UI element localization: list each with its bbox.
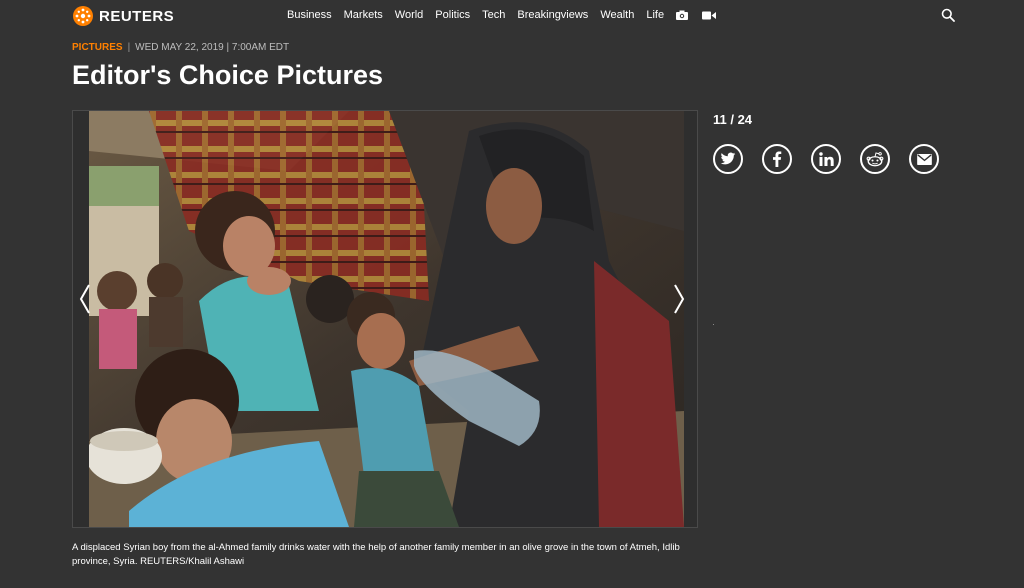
nav-item-life[interactable]: Life xyxy=(646,9,664,21)
nav-item-business[interactable]: Business xyxy=(287,9,332,21)
gallery-photo[interactable] xyxy=(89,111,684,527)
search-icon[interactable] xyxy=(941,8,955,22)
photo-caption: A displaced Syrian boy from the al-Ahmed… xyxy=(72,542,680,567)
reuters-logo-icon xyxy=(73,6,93,26)
nav-item-politics[interactable]: Politics xyxy=(435,9,470,21)
nav-item-tech[interactable]: Tech xyxy=(482,9,505,21)
share-reddit-button[interactable] xyxy=(860,144,890,174)
video-icon[interactable] xyxy=(702,11,717,20)
previous-photo-arrow-icon[interactable] xyxy=(77,283,93,315)
meta-separator: | xyxy=(127,42,131,53)
email-icon xyxy=(916,153,932,165)
gallery-frame xyxy=(72,110,698,528)
reuters-logo[interactable]: REUTERS xyxy=(72,5,174,27)
section-link[interactable]: PICTURES xyxy=(72,42,123,53)
facebook-icon xyxy=(773,151,782,167)
brand-name: REUTERS xyxy=(99,7,175,25)
article-meta: PICTURES | WED MAY 22, 2019 | 7:00AM EDT xyxy=(72,42,289,53)
nav-item-world[interactable]: World xyxy=(395,9,424,21)
nav-item-markets[interactable]: Markets xyxy=(344,9,383,21)
share-facebook-button[interactable] xyxy=(762,144,792,174)
photo-counter: 11 / 24 xyxy=(713,112,753,127)
camera-icon[interactable] xyxy=(676,10,689,20)
next-photo-arrow-icon[interactable] xyxy=(671,283,687,315)
page-title: Editor's Choice Pictures xyxy=(72,60,384,90)
reddit-icon xyxy=(866,152,884,167)
stray-dot xyxy=(713,324,714,325)
nav-item-wealth[interactable]: Wealth xyxy=(600,9,634,21)
share-buttons xyxy=(713,144,939,174)
twitter-icon xyxy=(720,152,736,165)
publish-date: WED MAY 22, 2019 | 7:00AM EDT xyxy=(135,42,290,53)
main-nav: Business Markets World Politics Tech Bre… xyxy=(287,9,730,21)
share-linkedin-button[interactable] xyxy=(811,144,841,174)
linkedin-icon xyxy=(818,152,834,166)
share-email-button[interactable] xyxy=(909,144,939,174)
share-twitter-button[interactable] xyxy=(713,144,743,174)
nav-item-breakingviews[interactable]: Breakingviews xyxy=(517,9,588,21)
